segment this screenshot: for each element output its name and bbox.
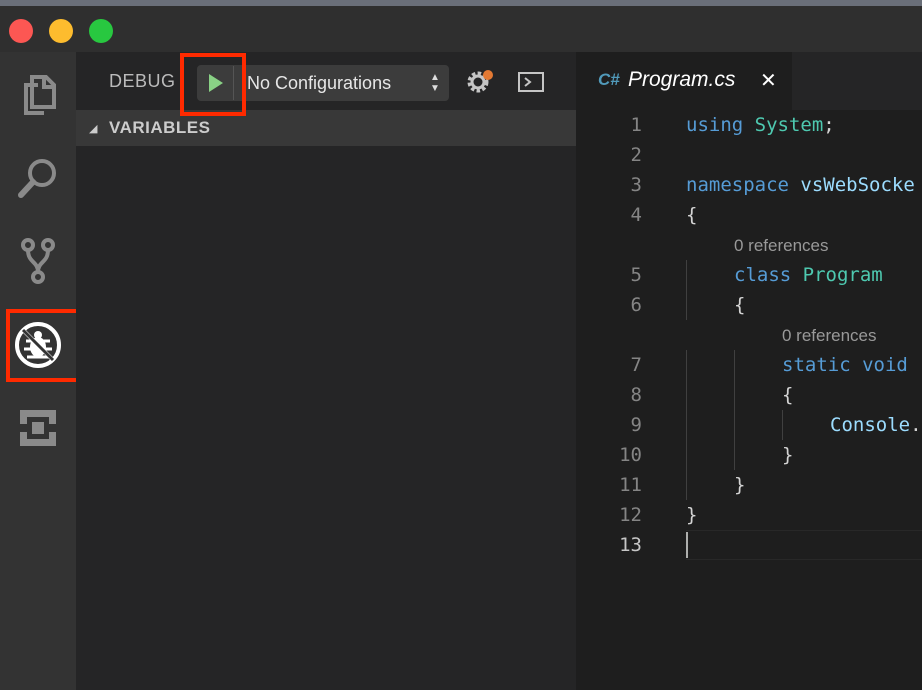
editor-area: C# Program.cs ✕ 1 2 3 4 5 6 7 8 9 10 11 … — [576, 52, 922, 690]
indent-guide — [686, 260, 687, 320]
indent-guide — [782, 410, 783, 440]
debug-settings-icon[interactable] — [466, 68, 494, 96]
tab-program-cs[interactable]: C# Program.cs ✕ — [576, 52, 792, 110]
debug-icon-highlight — [6, 309, 80, 382]
debug-sidebar: DEBUG No Configurations ▲ ▼ ◢ VARIABLES — [76, 52, 576, 690]
extensions-icon — [20, 410, 56, 446]
configuration-select[interactable]: No Configurations — [247, 73, 391, 94]
current-line-highlight — [686, 530, 922, 560]
text-cursor — [686, 532, 688, 558]
play-button-highlight — [180, 53, 246, 116]
tab-close-icon[interactable]: ✕ — [760, 68, 777, 93]
code-line: { — [686, 204, 698, 226]
editor-tabs: C# Program.cs ✕ — [576, 52, 922, 110]
codelens-references[interactable]: 0 references — [734, 236, 829, 256]
activity-search[interactable] — [8, 148, 68, 208]
debug-toolbar: DEBUG No Configurations ▲ ▼ — [76, 52, 576, 110]
line-number: 13 — [619, 534, 642, 556]
code-line: namespace vsWebSocke — [686, 174, 915, 196]
code-line: Console. — [830, 414, 922, 436]
code-line: static void — [782, 354, 908, 376]
line-number: 8 — [630, 384, 642, 406]
line-number: 6 — [630, 294, 642, 316]
window-maximize-button[interactable] — [89, 19, 113, 43]
code-line: { — [734, 294, 746, 316]
window-close-button[interactable] — [9, 19, 33, 43]
activity-source-control[interactable] — [8, 231, 68, 291]
activity-explorer[interactable] — [8, 65, 68, 125]
line-number: 2 — [630, 144, 642, 166]
code-editor[interactable]: 1 2 3 4 5 6 7 8 9 10 11 12 13 using Syst… — [576, 110, 922, 690]
debug-title: DEBUG — [109, 71, 176, 91]
select-arrows-icon: ▲ ▼ — [430, 72, 440, 94]
line-number: 1 — [630, 114, 642, 136]
indent-guide — [686, 350, 687, 500]
window-minimize-button[interactable] — [49, 19, 73, 43]
code-line: } — [686, 504, 698, 526]
code-line: { — [782, 384, 794, 406]
line-number: 4 — [630, 204, 642, 226]
variables-section-title: VARIABLES — [109, 118, 211, 137]
code-line: } — [734, 474, 746, 496]
line-number: 9 — [630, 414, 642, 436]
line-number: 10 — [619, 444, 642, 466]
line-number: 11 — [619, 474, 642, 496]
collapse-chevron-icon: ◢ — [89, 123, 98, 135]
search-icon — [18, 159, 56, 198]
line-number: 5 — [630, 264, 642, 286]
variables-section-header[interactable]: ◢ VARIABLES — [76, 110, 576, 146]
source-control-icon — [21, 238, 55, 284]
line-number: 12 — [619, 504, 642, 526]
debug-console-icon[interactable] — [518, 72, 544, 92]
csharp-file-icon: C# — [598, 70, 620, 89]
indent-guide — [734, 350, 735, 470]
code-line: } — [782, 444, 794, 466]
line-number: 7 — [630, 354, 642, 376]
title-bar — [0, 0, 922, 52]
files-icon — [24, 75, 56, 115]
activity-extensions[interactable] — [8, 398, 68, 458]
tab-label: Program.cs — [628, 68, 736, 91]
codelens-references[interactable]: 0 references — [782, 326, 877, 346]
code-line: using System; — [686, 114, 835, 136]
code-line: class Program — [734, 264, 883, 286]
line-number: 3 — [630, 174, 642, 196]
title-bar-edge — [0, 0, 922, 6]
